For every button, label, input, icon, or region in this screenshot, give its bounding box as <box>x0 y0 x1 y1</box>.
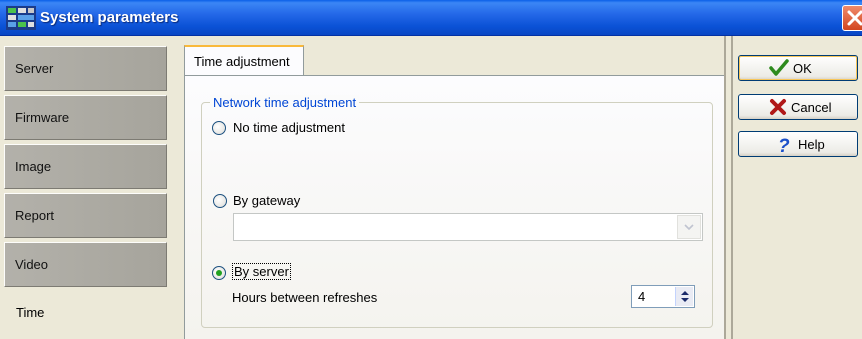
title-bar[interactable]: System parameters <box>0 0 862 36</box>
sidebar: Server Firmware Image Report Video Time <box>0 36 170 339</box>
sidebar-item-firmware[interactable]: Firmware <box>4 95 167 140</box>
x-icon <box>770 99 786 115</box>
gateway-combobox[interactable] <box>233 213 703 241</box>
sidebar-item-label: Report <box>15 208 55 223</box>
stepper-arrows-icon <box>681 291 689 302</box>
group-title: Network time adjustment <box>210 95 360 110</box>
cancel-button[interactable]: Cancel <box>738 94 858 120</box>
sidebar-item-label: Firmware <box>15 110 70 125</box>
refresh-hours-stepper[interactable]: 4 <box>631 285 695 308</box>
sidebar-item-time[interactable]: Time <box>6 291 169 336</box>
sidebar-item-video[interactable]: Video <box>4 242 167 287</box>
sidebar-item-label: Server <box>15 61 54 76</box>
sidebar-item-label: Video <box>15 257 49 272</box>
refresh-hours-label: Hours between refreshes <box>232 290 378 305</box>
sidebar-item-label: Time <box>16 305 45 320</box>
ok-button[interactable]: OK <box>738 55 858 81</box>
system-grid-icon <box>6 6 36 30</box>
refresh-hours-value[interactable]: 4 <box>638 289 645 304</box>
sidebar-item-label: Image <box>15 159 52 174</box>
separator <box>724 36 726 339</box>
help-button[interactable]: ? Help <box>738 131 858 157</box>
sidebar-item-server[interactable]: Server <box>4 46 167 91</box>
stepper-buttons[interactable] <box>675 287 693 306</box>
sidebar-item-image[interactable]: Image <box>4 144 167 189</box>
svg-text:?: ? <box>778 136 790 155</box>
tab-time-adjustment[interactable]: Time adjustment <box>184 45 304 75</box>
radio-no-time-adjustment[interactable] <box>212 121 226 135</box>
sidebar-item-report[interactable]: Report <box>4 193 167 238</box>
radio-by-server[interactable] <box>212 266 226 280</box>
radio-by-gateway[interactable] <box>213 194 227 208</box>
checkmark-icon <box>769 59 789 76</box>
chevron-down-icon <box>684 224 694 231</box>
close-button[interactable] <box>842 5 862 31</box>
combobox-dropdown-button[interactable] <box>677 215 701 239</box>
radio-label-by-gateway[interactable]: By gateway <box>233 193 300 208</box>
close-x-icon <box>847 10 862 26</box>
cancel-button-label: Cancel <box>791 100 832 115</box>
ok-button-label: OK <box>793 61 812 76</box>
radio-label-by-server[interactable]: By server <box>232 263 291 280</box>
help-button-label: Help <box>798 137 825 152</box>
focus-outline: By server <box>232 263 291 280</box>
radio-label-no-time-adjustment[interactable]: No time adjustment <box>233 120 345 135</box>
question-icon: ? <box>778 136 790 155</box>
separator <box>731 36 733 339</box>
window-title: System parameters <box>40 9 179 26</box>
